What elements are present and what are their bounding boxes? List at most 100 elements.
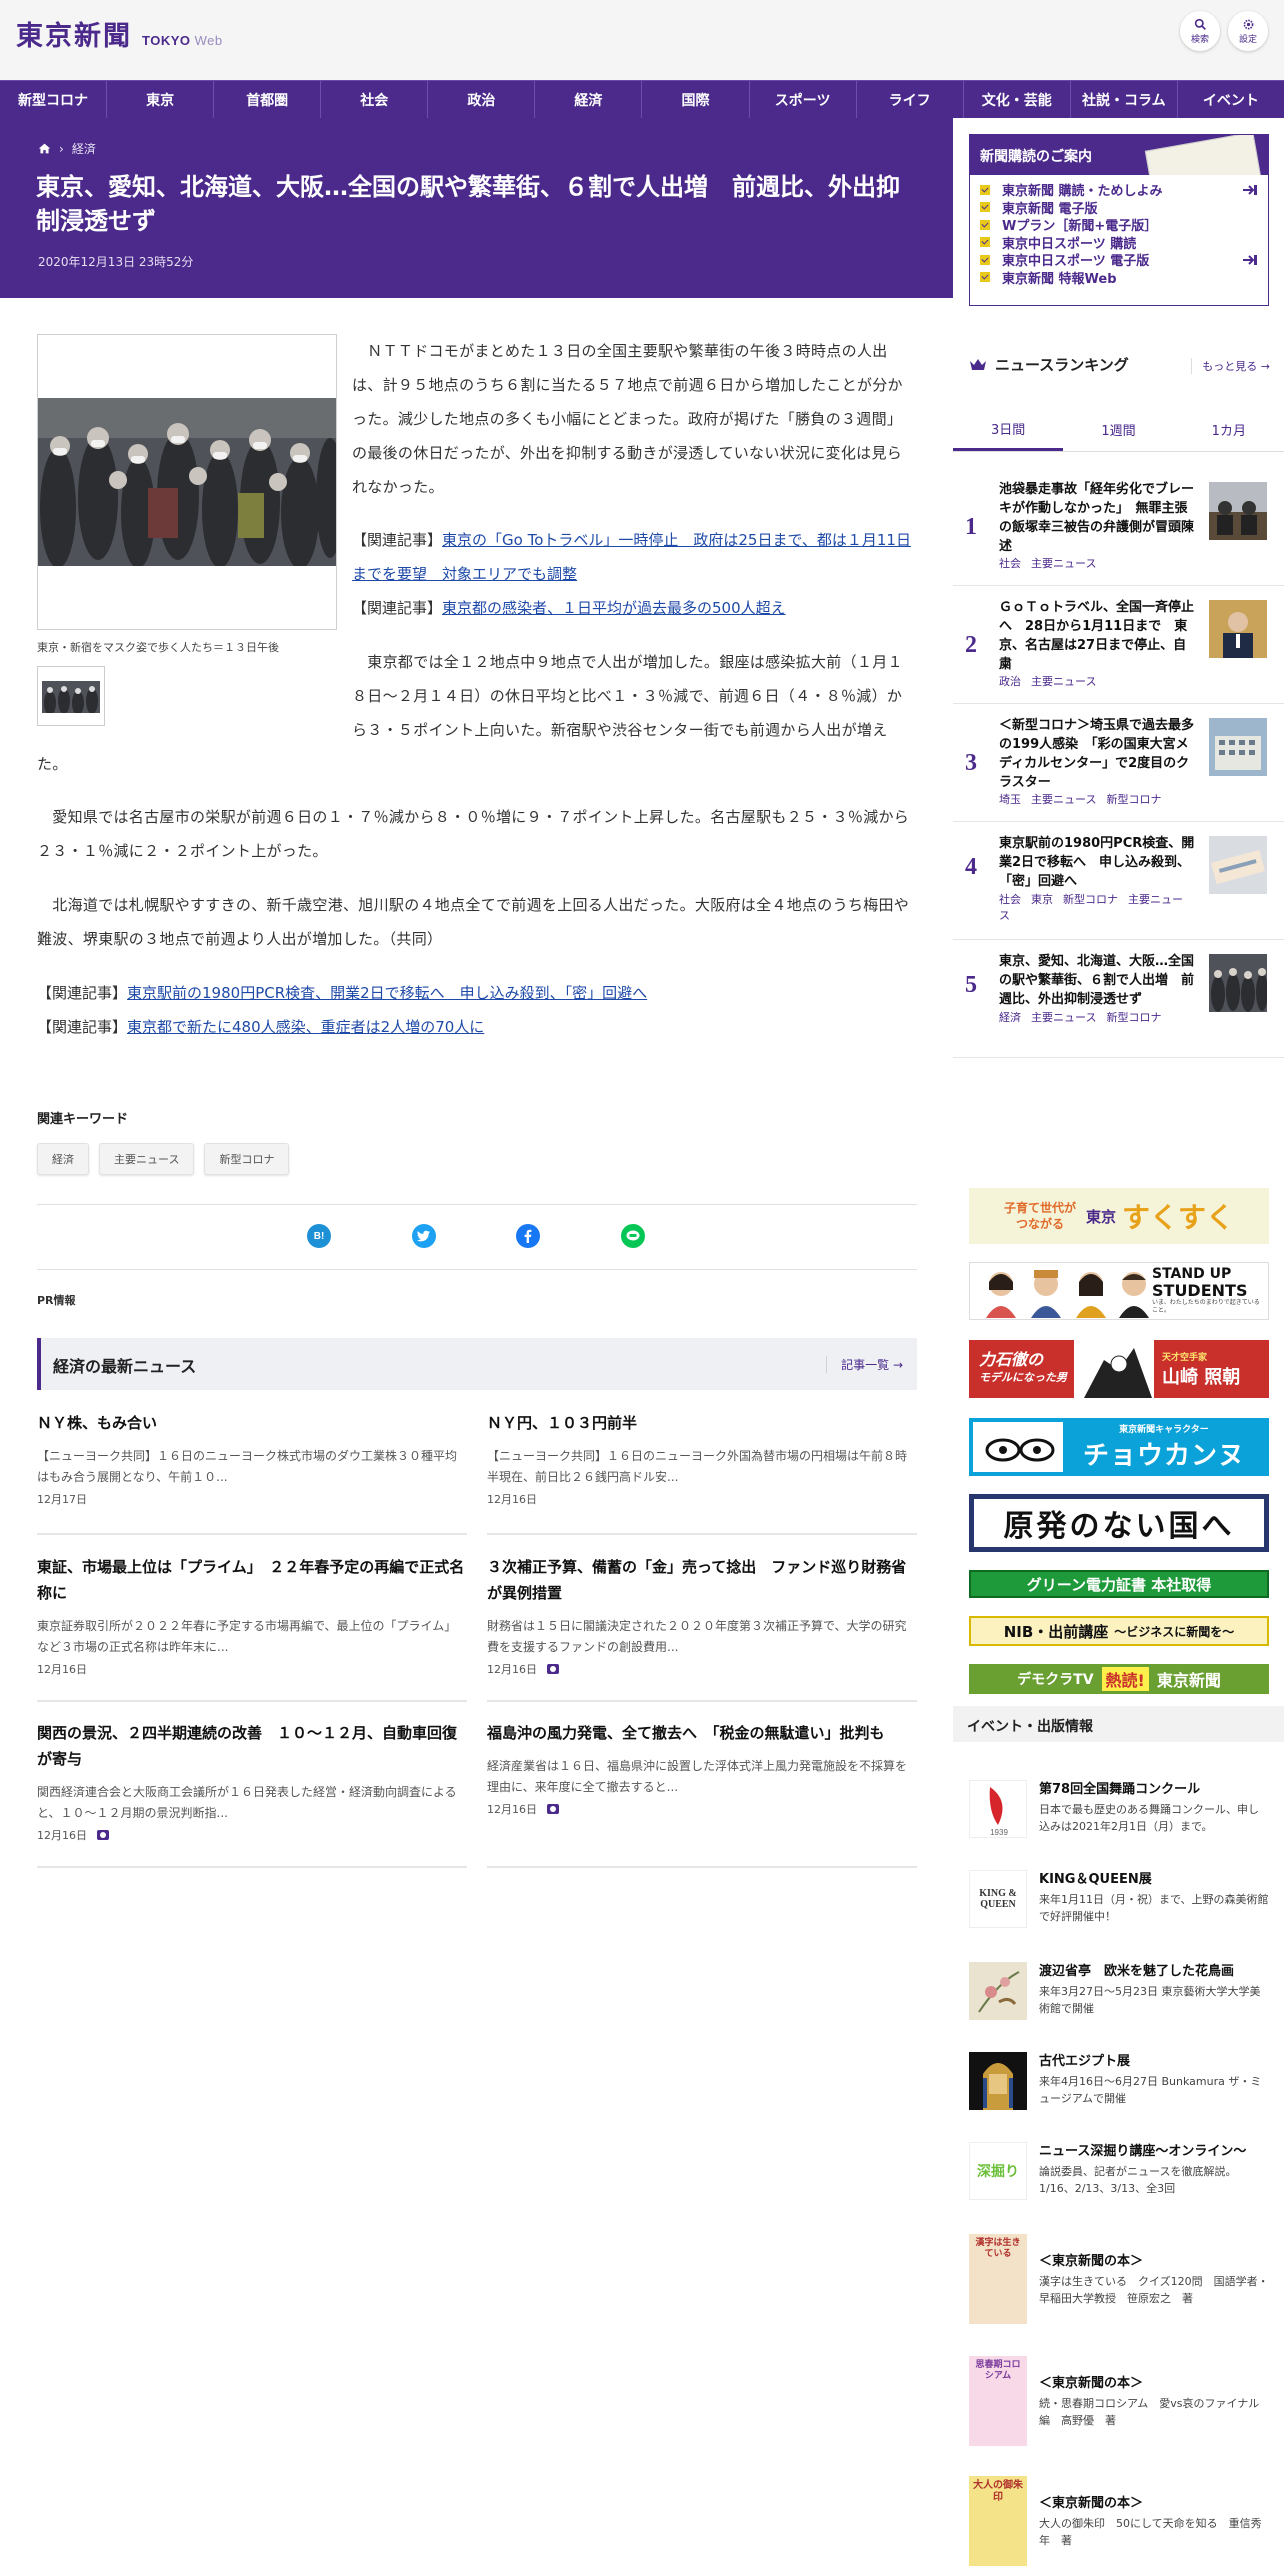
pr-label: PR情報 <box>37 1294 76 1307</box>
nav-item-sports[interactable]: スポーツ <box>750 81 857 118</box>
news-card[interactable]: ＮＹ円、１０３円前半 【ニューヨーク共同】１６日のニューヨーク外国為替市場の円相… <box>487 1410 917 1535</box>
breadcrumb-section[interactable]: 経済 <box>72 140 96 157</box>
related-link-480-cases[interactable]: 東京都で新たに480人感染、重症者は2人増の70人に <box>127 1018 484 1036</box>
ranking-more-link[interactable]: もっと見る → <box>1191 358 1270 374</box>
twitter-icon <box>417 1230 430 1242</box>
standup-students-banner[interactable]: STAND UP STUDENTS いま、わたしたちのまわりで起きていること。 <box>969 1262 1269 1320</box>
news-card[interactable]: 関西の景況、２四半期連続の改善 １０～１２月、自動車回復が寄与 関西経済連合会と… <box>37 1720 467 1868</box>
nib-banner[interactable]: NIB・出前講座 ～ビジネスに新聞を～ <box>969 1616 1269 1646</box>
ranking-item[interactable]: 1 池袋暴走事故「経年劣化でブレーキが作動しなかった」 無罪主張の飯塚幸三被告の… <box>953 468 1284 586</box>
nav-item-editorial[interactable]: 社説・コラム <box>1071 81 1178 118</box>
news-date: 12月16日 <box>487 1803 537 1816</box>
tab-3days[interactable]: 3日間 <box>953 408 1064 451</box>
news-card[interactable]: 福島沖の風力発電、全て撤去へ 「税金の無駄遣い」批判も 経済産業省は１６日、福島… <box>487 1720 917 1868</box>
nav-item-international[interactable]: 国際 <box>642 81 750 118</box>
ranking-item[interactable]: 4 東京駅前の1980円PCR検査、開業2日で移転へ 申し込み殺到、「密」回避へ… <box>953 822 1284 940</box>
nav-item-events[interactable]: イベント <box>1178 81 1284 118</box>
subscription-link[interactable]: 東京新聞 特報Web <box>980 269 1258 287</box>
subscription-link-label: 東京中日スポーツ 電子版 <box>1002 254 1150 270</box>
ranking-number: 4 <box>965 854 977 880</box>
hatena-share-button[interactable]: B! <box>307 1224 331 1248</box>
ranking-tags: 政治 主要ニュース <box>999 674 1199 690</box>
twitter-share-button[interactable] <box>412 1224 436 1248</box>
ranking-item[interactable]: 2 ＧｏＴｏトラベル、全国一斉停止へ 28日から1月11日まで 東京、名古屋は2… <box>953 586 1284 704</box>
subscription-link[interactable]: 東京中日スポーツ 購読 <box>980 234 1258 252</box>
ranking-tag[interactable]: 主要ニュース <box>1031 675 1096 688</box>
ranking-item[interactable]: 5 東京、愛知、北海道、大阪…全国の駅や繁華街、６割で人出増 前週比、外出抑制浸… <box>953 940 1284 1058</box>
nav-item-economy[interactable]: 経済 <box>535 81 643 118</box>
news-date: 12月16日 <box>487 1493 537 1506</box>
line-share-button[interactable] <box>621 1224 645 1248</box>
ranking-tag[interactable]: 主要ニュース <box>1031 557 1096 570</box>
tab-1month[interactable]: 1カ月 <box>1174 408 1284 451</box>
event-item[interactable]: 思春期コロシアム ＜東京新聞の本＞ 続・思春期コロシアム 愛vs哀のファイナル編… <box>969 2356 1269 2466</box>
nav-item-metro[interactable]: 首都圏 <box>214 81 322 118</box>
keyword-tag[interactable]: 主要ニュース <box>99 1143 195 1175</box>
nav-item-tokyo[interactable]: 東京 <box>107 81 215 118</box>
ranking-tag[interactable]: 主要ニュース <box>1031 1011 1096 1024</box>
event-item[interactable]: 1939 第78回全国舞踊コンクール 日本で最も歴史のある舞踊コンクール、申し込… <box>969 1780 1269 1850</box>
related-link-tokyo-infections[interactable]: 東京都の感染者、１日平均が過去最多の500人超え <box>442 599 786 617</box>
site-logo[interactable]: 東京新聞 TOKYO Web <box>16 14 223 53</box>
search-button[interactable]: 検索 <box>1180 11 1220 51</box>
event-item[interactable]: 漢字は生きている ＜東京新聞の本＞ 漢字は生きている クイズ120問 国語学者・… <box>969 2234 1269 2344</box>
main-photo-frame[interactable] <box>37 334 337 630</box>
home-icon[interactable] <box>38 142 51 155</box>
ranking-item[interactable]: 3 ＜新型コロナ＞埼玉県で過去最多の199人感染 「彩の国東大宮メディカルセンタ… <box>953 704 1284 822</box>
settings-button[interactable]: 設定 <box>1228 11 1268 51</box>
news-title: ＮＹ円、１０３円前半 <box>487 1414 638 1432</box>
ranking-tag[interactable]: 主要ニュース <box>1031 793 1096 806</box>
event-item[interactable]: 渡辺省亭 欧米を魅了した花鳥画 来年3月27日～5月23日 東京藝術大学大学美術… <box>969 1962 1269 2032</box>
ranking-tag[interactable]: 社会 <box>999 557 1021 570</box>
article-list-link[interactable]: 記事一覧 → <box>826 1356 903 1373</box>
ranking-tags: 社会 東京 新型コロナ 主要ニュース <box>999 892 1199 924</box>
subscription-link[interactable]: 東京中日スポーツ 電子版 <box>980 251 1258 269</box>
green-power-banner[interactable]: グリーン電力証書 本社取得 <box>969 1570 1269 1598</box>
tab-1week[interactable]: 1週間 <box>1063 408 1173 451</box>
nav-item-life[interactable]: ライフ <box>857 81 964 118</box>
nav-item-politics[interactable]: 政治 <box>428 81 536 118</box>
keyword-tag[interactable]: 経済 <box>37 1143 89 1175</box>
ranking-tag[interactable]: 社会 <box>999 893 1021 906</box>
ranking-tag[interactable]: 新型コロナ <box>1106 1011 1161 1024</box>
sukusuku-banner[interactable]: 子育て世代が つながる 東京 すくすく <box>969 1188 1269 1244</box>
ranking-tag[interactable]: 政治 <box>999 675 1021 688</box>
facebook-share-button[interactable] <box>516 1224 540 1248</box>
event-thumbnail: 思春期コロシアム <box>969 2356 1027 2446</box>
subscription-link[interactable]: 東京新聞 購読・ためしよみ <box>980 181 1258 199</box>
news-card[interactable]: 東証、市場最上位は「プライム」 ２２年春予定の再編で正式名称に 東京証券取引所が… <box>37 1554 467 1702</box>
keyword-tag[interactable]: 新型コロナ <box>204 1143 290 1175</box>
news-card[interactable]: ＮＹ株、もみ合い 【ニューヨーク共同】１６日のニューヨーク株式市場のダウ工業株３… <box>37 1410 467 1535</box>
ranking-tag[interactable]: 新型コロナ <box>1063 893 1118 906</box>
divider <box>37 1204 917 1205</box>
genpatsu-title: 原発のない国へ <box>974 1499 1264 1547</box>
ranking-tag[interactable]: 埼玉 <box>999 793 1021 806</box>
chokanu-banner[interactable]: 東京新聞キャラクター チョウカンヌ <box>969 1418 1269 1476</box>
genpatsu-banner[interactable]: 原発のない国へ <box>969 1494 1269 1552</box>
event-item[interactable]: 深掘り ニュース深掘り講座～オンライン～ 論説委員、記者がニュースを徹底解説。1… <box>969 2142 1269 2212</box>
nav-item-covid[interactable]: 新型コロナ <box>0 81 108 118</box>
photo-icon <box>97 1830 109 1840</box>
event-item[interactable]: KING & QUEEN KING＆QUEEN展 来年1月11日（月・祝）まで、… <box>969 1870 1269 1940</box>
ranking-item-title: 東京駅前の1980円PCR検査、開業2日で移転へ 申し込み殺到、「密」回避へ <box>999 836 1195 889</box>
subscription-link[interactable]: 東京新聞 電子版 <box>980 199 1258 217</box>
democra-tv-banner[interactable]: デモクラTV 熱読! 東京新聞 <box>969 1664 1269 1694</box>
ranking-tag[interactable]: 経済 <box>999 1011 1021 1024</box>
event-title: 古代エジプト展 <box>1039 2054 1131 2069</box>
news-excerpt: 財務省は１５日に閣議決定された２０２０年度第３次補正予算で、大学の研究費を支援す… <box>487 1619 907 1654</box>
ranking-thumbnail <box>1209 836 1267 894</box>
event-thumbnail: 深掘り <box>969 2142 1027 2200</box>
crowd-photo <box>38 398 336 566</box>
event-item[interactable]: 大人の御朱印 ＜東京新聞の本＞ 大人の御朱印 50にして天命を知る 重信秀年 著 <box>969 2476 1269 2568</box>
ranking-tag[interactable]: 東京 <box>1031 893 1053 906</box>
subscription-link[interactable]: Wプラン［新聞+電子版］ <box>980 216 1258 234</box>
ranking-tag[interactable]: 新型コロナ <box>1106 793 1161 806</box>
event-item[interactable]: 古代エジプト展 来年4月16日～6月27日 Bunkamura ザ・ミュージアム… <box>969 2052 1269 2122</box>
yamazaki-banner[interactable]: 力石徹の モデルになった男 天才空手家 山崎 照朝 <box>969 1340 1269 1398</box>
nav-item-society[interactable]: 社会 <box>321 81 429 118</box>
article-paragraph-2: 東京都では全１２地点中９地点で人出が増加した。銀座は感染拡大前（１月１８日～２月… <box>37 645 917 781</box>
nav-item-culture[interactable]: 文化・芸能 <box>964 81 1071 118</box>
related-link-pcr[interactable]: 東京駅前の1980円PCR検査、開業2日で移転へ 申し込み殺到、「密」回避へ <box>127 984 647 1002</box>
news-card[interactable]: ３次補正予算、備蓄の「金」売って捻出 ファンド巡り財務省が異例措置 財務省は１５… <box>487 1554 917 1702</box>
students-illustration <box>986 1270 1149 1318</box>
